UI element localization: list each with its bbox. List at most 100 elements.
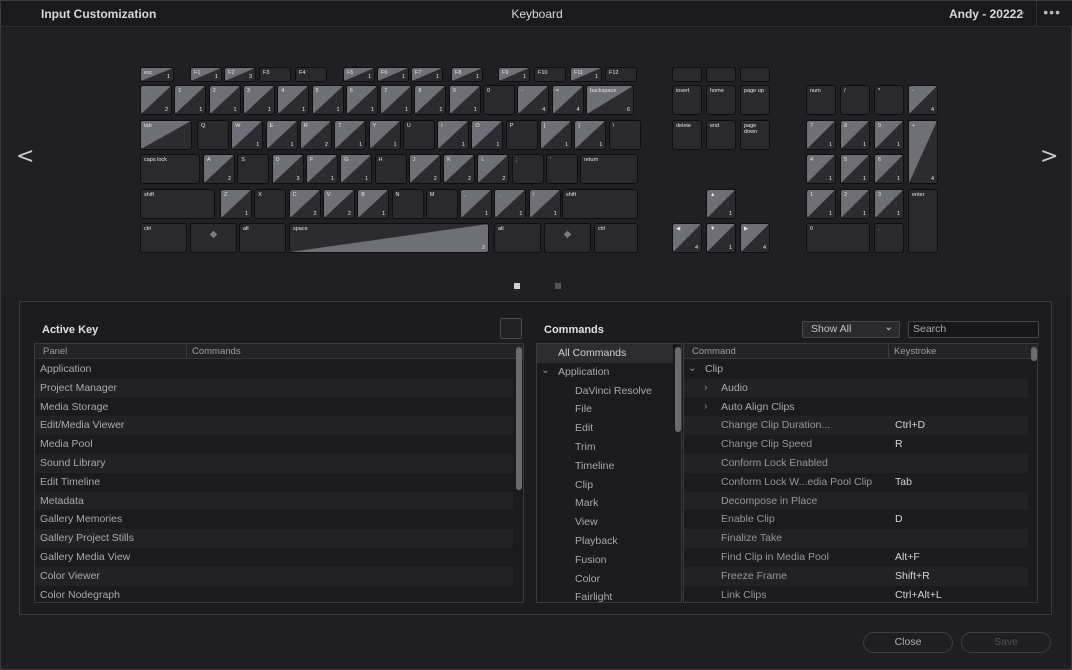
key-z[interactable]: Z1 (220, 189, 252, 219)
key-num[interactable]: num (806, 85, 836, 115)
key-9[interactable]: 91 (448, 85, 481, 115)
key-blank[interactable]: /1 (528, 189, 561, 219)
key-blank[interactable]: ▼ 1 (706, 223, 736, 253)
command-keystroke[interactable]: Alt+F (895, 548, 920, 567)
tree-item[interactable]: Playback (537, 532, 673, 551)
key-p[interactable]: P (505, 120, 538, 150)
key-f9[interactable]: F9 1 (498, 67, 530, 82)
tree-item[interactable]: Fusion (537, 551, 673, 570)
table-row[interactable]: Edit Timeline (35, 473, 513, 492)
tree-item[interactable]: Edit (537, 419, 673, 438)
column-panel[interactable]: Panel (43, 346, 67, 357)
key-f10[interactable]: F10 (534, 67, 566, 82)
key-backspace[interactable]: backspace 6 (586, 85, 634, 115)
key-w[interactable]: W1 (231, 120, 264, 150)
key-3[interactable]: 31 (242, 85, 275, 115)
column-commands[interactable]: Commands (192, 346, 241, 357)
key-6[interactable]: 61 (874, 154, 904, 184)
key-blank[interactable]: ; (511, 154, 544, 184)
key-enter[interactable]: enter (908, 189, 938, 253)
key-r[interactable]: R2 (299, 120, 332, 150)
key-esc[interactable]: esc 1 (140, 67, 174, 82)
key-i[interactable]: I1 (437, 120, 470, 150)
key-f12[interactable]: F12 (605, 67, 637, 82)
key-4[interactable]: 41 (277, 85, 310, 115)
column-command[interactable]: Command (692, 346, 736, 357)
table-row[interactable]: Media Storage (35, 398, 513, 417)
key-0[interactable]: 0 (806, 223, 870, 253)
key-2[interactable]: 21 (840, 189, 870, 219)
key-page-up[interactable]: page up (740, 85, 770, 115)
key-s[interactable]: S (237, 154, 270, 184)
key-2[interactable]: 21 (208, 85, 241, 115)
key-e[interactable]: E1 (265, 120, 298, 150)
key-blank[interactable]: * (874, 85, 904, 115)
key-j[interactable]: J2 (408, 154, 441, 184)
command-row[interactable]: Change Clip Duration... Ctrl+D (684, 416, 1028, 436)
command-row[interactable]: Conform Lock Enabled (684, 454, 1028, 473)
key-home[interactable]: home (706, 85, 736, 115)
key-m[interactable]: M (425, 189, 458, 219)
key-blank[interactable] (672, 67, 702, 82)
key-f3[interactable]: F3 (259, 67, 291, 82)
command-row[interactable]: ⌄ Clip (684, 360, 1028, 379)
key-u[interactable]: U (402, 120, 435, 150)
key-f8[interactable]: F8 1 (451, 67, 483, 82)
key-blank[interactable]: ` 2 (140, 85, 172, 115)
key-shift[interactable]: shift (140, 189, 215, 219)
key-3[interactable]: 31 (874, 189, 904, 219)
table-row[interactable]: Media Pool (35, 435, 513, 454)
key-blank[interactable]: -4 (908, 85, 938, 115)
tree-item[interactable]: Fairlight (537, 588, 673, 602)
key-7[interactable]: 71 (380, 85, 413, 115)
key-blank[interactable]: [1 (540, 120, 572, 150)
key-blank[interactable]: ' (546, 154, 578, 184)
table-row[interactable]: Gallery Memories (35, 510, 513, 529)
key-1[interactable]: 11 (174, 85, 207, 115)
key-8[interactable]: 81 (414, 85, 447, 115)
key-4[interactable]: 41 (806, 154, 836, 184)
table-row[interactable]: Color Nodegraph (35, 586, 513, 602)
tree-item[interactable]: All Commands (537, 344, 673, 363)
table-row[interactable]: Sound Library (35, 454, 513, 473)
command-keystroke[interactable]: Shift+R (895, 567, 930, 586)
command-row[interactable]: Find Clip in Media Pool Alt+F (684, 548, 1028, 567)
key-n[interactable]: N (391, 189, 424, 219)
key-f5[interactable]: F5 1 (343, 67, 375, 82)
keyboard-preset-selector[interactable]: Andy - 20222 (949, 7, 1023, 21)
page-indicator-active[interactable] (514, 283, 520, 289)
key-end[interactable]: end (706, 120, 736, 150)
key-delete[interactable]: delete (672, 120, 702, 150)
tree-item[interactable]: Trim (537, 438, 673, 457)
key-blank[interactable]: ,1 (460, 189, 493, 219)
more-options-icon[interactable]: ••• (1043, 4, 1061, 20)
key-b[interactable]: B1 (357, 189, 390, 219)
chevron-down-icon[interactable]: ⌄ (1017, 5, 1027, 18)
command-keystroke[interactable]: Ctrl+Alt+L (895, 586, 942, 602)
key-g[interactable]: G1 (340, 154, 373, 184)
tree-item[interactable]: Mark (537, 494, 673, 513)
key-f4[interactable]: F4 (295, 67, 327, 82)
key-blank[interactable]: ▲ 1 (706, 189, 736, 219)
chevron-right-icon[interactable]: › (704, 397, 708, 416)
key-blank[interactable] (740, 67, 770, 82)
active-key-preview[interactable] (500, 318, 522, 339)
key-6[interactable]: 61 (345, 85, 378, 115)
command-keystroke[interactable]: R (895, 435, 903, 454)
key-l[interactable]: L2 (477, 154, 510, 184)
key-caps-lock[interactable]: caps lock (140, 154, 200, 184)
key-k[interactable]: K2 (443, 154, 476, 184)
command-keystroke[interactable]: D (895, 510, 903, 529)
scrollbar[interactable] (516, 347, 522, 490)
key-y[interactable]: Y1 (368, 120, 401, 150)
key-v[interactable]: V2 (322, 189, 355, 219)
command-row[interactable]: Finalize Take (684, 529, 1028, 548)
key-blank[interactable]: ] 1 (574, 120, 607, 150)
key-9[interactable]: 91 (874, 120, 904, 150)
tree-item[interactable]: Timeline (537, 457, 673, 476)
key-blank[interactable]: .1 (494, 189, 527, 219)
key-8[interactable]: 81 (840, 120, 870, 150)
table-row[interactable]: Application (35, 360, 513, 379)
key-f11[interactable]: F11 1 (570, 67, 602, 82)
command-keystroke[interactable]: Ctrl+D (895, 416, 925, 435)
